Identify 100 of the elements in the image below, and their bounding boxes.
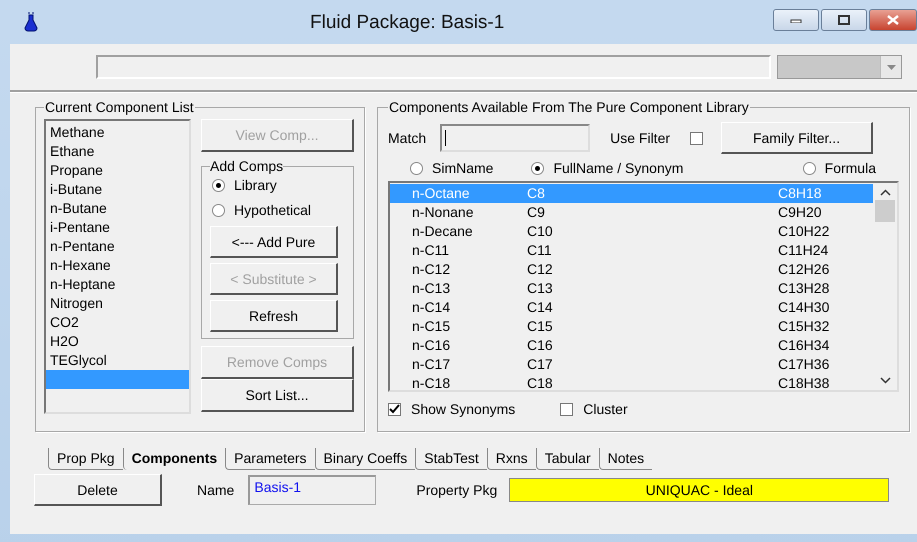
component-formula: C10H22 — [778, 222, 830, 241]
component-formula: C16H34 — [778, 336, 830, 355]
component-formula: C12H26 — [778, 260, 830, 279]
component-name: n-C12 — [411, 260, 452, 279]
library-row[interactable]: n-C16 C16 C16H34 — [390, 336, 873, 355]
component-name: n-C16 — [411, 336, 452, 355]
flask-icon — [24, 12, 38, 32]
component-synonym: C11 — [527, 241, 553, 260]
radio-label: Formula — [824, 160, 876, 176]
component-formula: C18H38 — [778, 374, 830, 393]
radio-button[interactable] — [212, 178, 225, 192]
name-label: Name — [197, 482, 234, 498]
radio-button[interactable] — [802, 162, 816, 174]
library-row[interactable]: n-Decane C10 C10H22 — [390, 222, 873, 241]
list-item[interactable]: H2O — [46, 332, 189, 351]
checkbox[interactable] — [690, 132, 704, 144]
component-synonym: C10 — [527, 222, 554, 241]
library-row[interactable]: n-C14 C14 C14H30 — [390, 298, 873, 317]
library-row[interactable]: n-C13 C13 C13H28 — [390, 279, 873, 298]
close-button[interactable] — [869, 9, 917, 31]
match-field[interactable] — [440, 124, 590, 152]
library-row[interactable]: n-C17 C17 C17H36 — [390, 355, 873, 374]
component-name: n-Decane — [411, 222, 474, 241]
tab[interactable]: Rxns — [486, 448, 536, 470]
component-list[interactable]: Methane Ethane Propane i-Butane n-Butane i-Pentane n-Pentane n-Hexane n-Heptane Nitrogen CO2 H2O TEGlycol — [44, 119, 191, 414]
component-name: n-C17 — [411, 355, 452, 374]
list-item[interactable]: TEGlycol — [46, 351, 189, 370]
component-formula: C11H24 — [778, 241, 828, 260]
list-item[interactable]: Propane — [46, 161, 189, 180]
radio-button[interactable] — [410, 162, 423, 174]
list-item[interactable]: i-Pentane — [46, 218, 189, 237]
tab[interactable]: Parameters — [225, 448, 315, 470]
delete-button[interactable]: Delete — [34, 474, 162, 506]
group-title: Components Available From The Pure Component Library — [388, 99, 750, 115]
checkbox[interactable] — [560, 402, 574, 416]
tab[interactable]: StabTest — [415, 448, 487, 470]
tab[interactable]: Components — [122, 448, 226, 470]
component-synonym: C12 — [527, 260, 554, 279]
component-synonym: C18 — [527, 374, 554, 393]
group-title: Add Comps — [210, 158, 284, 174]
checkbox-label: Show Synonyms — [411, 401, 516, 417]
component-formula: C13H28 — [778, 279, 830, 298]
component-formula: C14H30 — [778, 298, 830, 317]
group-title: Current Component List — [44, 99, 195, 115]
list-item[interactable]: n-Heptane — [46, 275, 189, 294]
tab[interactable]: Binary Coeffs — [314, 448, 416, 470]
scroll-up-icon[interactable] — [880, 189, 890, 196]
toolbar-dropdown[interactable] — [777, 55, 902, 79]
component-name: n-C15 — [411, 317, 452, 336]
component-synonym: C15 — [527, 317, 554, 336]
library-row[interactable]: n-Nonane C9 C9H20 — [390, 203, 873, 222]
tab[interactable]: Tabular — [536, 448, 599, 470]
use-filter-label: Use Filter — [610, 130, 670, 146]
component-name: n-C13 — [411, 279, 452, 298]
scroll-down-icon[interactable] — [880, 377, 890, 384]
library-row[interactable]: n-C12 C12 C12H26 — [390, 260, 873, 279]
checkbox[interactable] — [388, 402, 401, 416]
component-name: n-C18 — [411, 374, 452, 393]
list-item[interactable]: Nitrogen — [46, 294, 189, 313]
window-title: Fluid Package: Basis-1 — [310, 12, 504, 34]
minimize-button[interactable] — [773, 9, 819, 31]
component-synonym: C14 — [527, 298, 554, 317]
family-filter-button[interactable]: Family Filter... — [721, 122, 874, 154]
library-list[interactable]: n-Octane C8 C8H18 n-Nonane C9 C9H20 n-Decane C10 C10H22 n-C11 C11 C11H24 n-C12 C12 C12H26 n-C13 C13 C13H28 n-C14 C14 C14H30 n-C15 C15 C15H32 n-C16 C16 C16H34 n-C17 C17 C17H36 n-C18 C18 C18H38 — [388, 181, 899, 392]
component-name: n-C11 — [411, 241, 450, 260]
component-formula: C15H32 — [778, 317, 830, 336]
property-pkg-label: Property Pkg — [416, 482, 498, 498]
library-row[interactable]: n-C15 C15 C15H32 — [390, 317, 873, 336]
toolbar-field[interactable] — [96, 55, 771, 79]
radio-label: FullName / Synonym — [553, 160, 684, 176]
list-item[interactable]: n-Butane — [46, 199, 189, 218]
component-synonym: C13 — [527, 279, 554, 298]
list-item[interactable]: CO2 — [46, 313, 189, 332]
component-synonym: C8 — [527, 184, 546, 203]
radio-button[interactable] — [212, 204, 225, 216]
radio-label: SimName — [432, 160, 494, 176]
radio-button[interactable] — [531, 162, 544, 174]
checkbox-label: Cluster — [583, 401, 628, 417]
component-name: n-C14 — [411, 298, 452, 317]
close-icon — [887, 15, 899, 25]
component-name: n-Octane — [411, 184, 471, 203]
component-synonym: C9 — [527, 203, 546, 222]
tab[interactable]: Prop Pkg — [48, 448, 123, 470]
library-row[interactable]: n-C11 C11 C11H24 — [390, 241, 873, 260]
component-formula: C9H20 — [778, 203, 822, 222]
property-pkg-field: UNIQUAC - Ideal — [509, 478, 890, 502]
scroll-thumb[interactable] — [875, 200, 895, 222]
component-formula: C8H18 — [778, 184, 822, 203]
library-row[interactable]: n-C18 C18 C18H38 — [390, 374, 873, 393]
tab[interactable]: Notes — [598, 448, 652, 470]
name-field[interactable]: Basis-1 — [248, 475, 376, 505]
action-button[interactable]: Sort List... — [201, 379, 354, 412]
list-item[interactable]: n-Pentane — [46, 237, 189, 256]
list-item[interactable]: Ethane — [46, 142, 189, 161]
action-button[interactable]: Refresh — [210, 300, 338, 332]
list-item[interactable]: i-Butane — [46, 180, 189, 199]
action-button[interactable]: <--- Add Pure — [210, 226, 338, 258]
maximize-button[interactable] — [821, 9, 867, 31]
list-item[interactable]: Methane — [46, 123, 189, 142]
list-item[interactable]: n-Hexane — [46, 256, 189, 275]
